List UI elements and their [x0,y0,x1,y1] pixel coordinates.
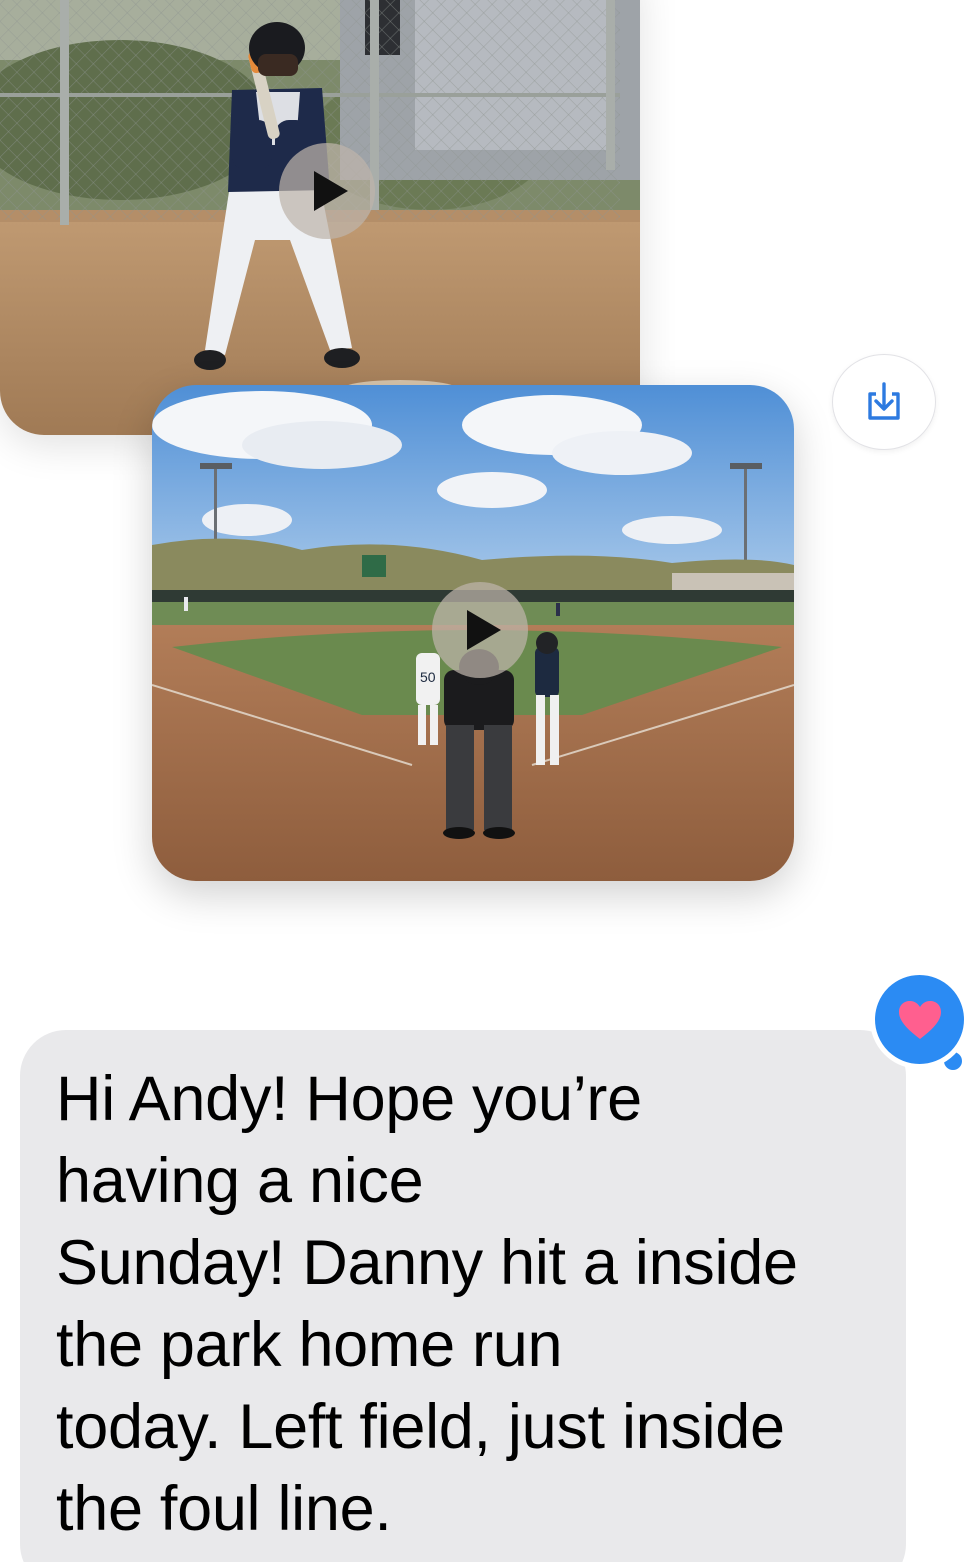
messages-screen: 50 Hi Andy! Hope you’re having a nice Su… [0,0,969,1562]
jersey-number: 50 [420,669,436,685]
message-text: Hi Andy! Hope you’re having a nice Sunda… [56,1064,798,1544]
play-button[interactable] [279,143,375,239]
play-icon [467,610,501,650]
heart-icon [898,1000,941,1039]
video-attachment-batter[interactable] [0,0,640,435]
play-icon [314,171,348,211]
download-icon [868,382,900,420]
play-button[interactable] [432,582,528,678]
tapback-reaction[interactable] [870,970,969,1069]
save-media-button[interactable] [832,354,936,450]
video-attachment-field[interactable]: 50 [152,385,794,881]
